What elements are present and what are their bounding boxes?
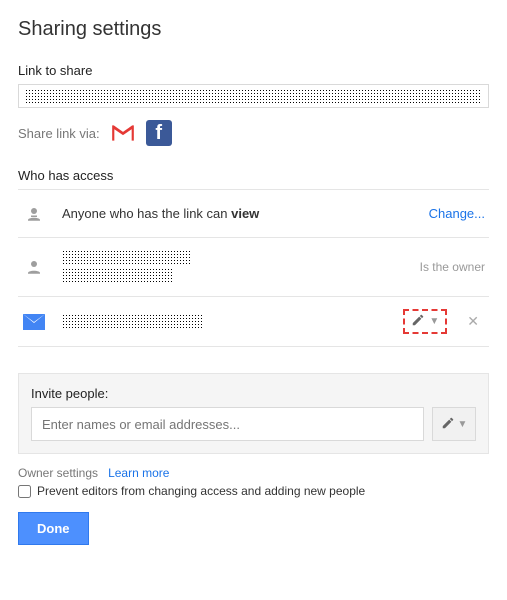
access-row-public: Anyone who has the link can view Change.… [18,190,489,238]
pencil-icon [411,313,425,330]
owner-role-label: Is the owner [420,260,485,274]
prevent-editors-row[interactable]: Prevent editors from changing access and… [18,484,489,498]
link-visibility-icon [22,205,46,223]
change-visibility-link[interactable]: Change... [429,206,485,221]
invite-input[interactable] [31,407,424,441]
access-public-text: Anyone who has the link can view [62,206,429,221]
share-via-label: Share link via: [18,126,100,141]
email-icon [22,314,46,330]
dialog-title: Sharing settings [18,18,489,41]
access-row-owner: Is the owner [18,238,489,297]
done-button[interactable]: Done [18,512,89,545]
gmail-icon[interactable] [110,120,136,146]
link-to-share-label: Link to share [18,63,489,78]
redacted-url [25,89,482,103]
link-to-share-input[interactable] [18,84,489,108]
permission-dropdown[interactable]: ▼ [403,309,447,334]
who-has-access-label: Who has access [18,168,489,183]
learn-more-link[interactable]: Learn more [108,466,169,480]
access-list: Anyone who has the link can view Change.… [18,189,489,347]
invite-label: Invite people: [31,386,476,401]
facebook-icon[interactable]: f [146,120,172,146]
owner-name [62,250,420,284]
invite-people-block: Invite people: ▼ [18,373,489,454]
invite-permission-dropdown[interactable]: ▼ [432,407,476,441]
access-row-collaborator: ▼ ✕ [18,297,489,347]
pencil-icon [441,416,455,433]
share-via-row: Share link via: f [18,120,489,146]
chevron-down-icon: ▼ [429,316,439,327]
owner-settings-row: Owner settings Learn more [18,466,489,480]
sharing-dialog: Sharing settings Link to share Share lin… [0,0,507,563]
chevron-down-icon: ▼ [458,419,468,430]
prevent-editors-checkbox[interactable] [18,485,31,498]
collaborator-email [62,314,403,330]
person-icon [22,258,46,276]
remove-collaborator-button[interactable]: ✕ [461,313,485,330]
